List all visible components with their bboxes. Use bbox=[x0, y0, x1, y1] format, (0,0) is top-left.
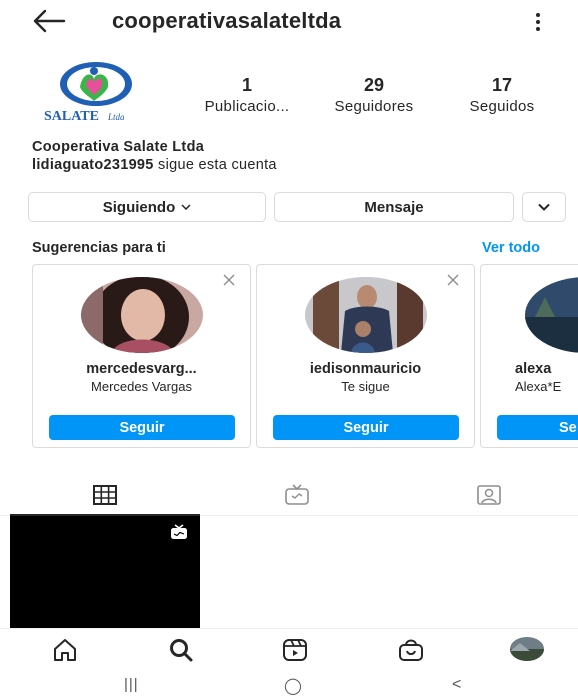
following-label: Seguidos bbox=[469, 98, 535, 115]
suggestion-subtitle: Alexa*E bbox=[515, 379, 562, 394]
avatar[interactable]: SALATE Ltda bbox=[34, 57, 162, 125]
close-icon[interactable] bbox=[446, 273, 460, 287]
suggestion-avatar[interactable] bbox=[305, 277, 427, 353]
chevron-down-icon bbox=[181, 204, 191, 210]
back-button[interactable]: < bbox=[452, 676, 461, 694]
following-count: 17 bbox=[491, 75, 513, 95]
follow-button[interactable]: Seguir bbox=[273, 415, 459, 440]
system-nav: ||| ◯ < bbox=[0, 668, 578, 699]
suggestion-subtitle: Te sigue bbox=[341, 379, 390, 394]
reels-icon[interactable] bbox=[282, 637, 308, 663]
following-button[interactable]: Siguiendo bbox=[28, 192, 266, 222]
posts-count: 1 bbox=[241, 75, 252, 95]
profile-avatar[interactable] bbox=[510, 637, 544, 661]
home-button[interactable]: ◯ bbox=[284, 676, 302, 696]
suggestion-username[interactable]: mercedesvarg... bbox=[33, 361, 250, 377]
igtv-icon[interactable] bbox=[284, 484, 310, 506]
kebab-menu-icon[interactable] bbox=[532, 10, 544, 34]
arrow-left-icon[interactable] bbox=[32, 8, 66, 34]
search-icon[interactable] bbox=[168, 637, 194, 663]
followers-label: Seguidores bbox=[334, 98, 414, 115]
top-bar: cooperativasalateltda bbox=[0, 0, 578, 44]
followed-by[interactable]: lidiaguato231995 sigue esta cuenta bbox=[32, 157, 277, 173]
suggestions-title: Sugerencias para ti bbox=[32, 240, 166, 256]
following-label: Siguiendo bbox=[102, 198, 176, 216]
igtv-icon bbox=[171, 524, 187, 539]
close-icon[interactable] bbox=[222, 273, 236, 287]
page-title: cooperativasalateltda bbox=[112, 8, 342, 33]
stat-posts[interactable]: 1 Publicacio... bbox=[188, 76, 306, 115]
suggestion-avatar[interactable] bbox=[81, 277, 203, 353]
profile-tabs bbox=[0, 476, 578, 516]
message-label: Mensaje bbox=[364, 198, 424, 216]
profile-name: Cooperativa Salate Ltda bbox=[32, 139, 205, 155]
suggestion-username[interactable]: alexa bbox=[515, 361, 578, 377]
followed-by-user[interactable]: lidiaguato231995 bbox=[32, 157, 154, 173]
recents-button[interactable]: ||| bbox=[124, 676, 139, 693]
posts-label: Publicacio... bbox=[204, 98, 290, 115]
follow-button[interactable]: Se bbox=[497, 415, 578, 440]
shop-icon[interactable] bbox=[398, 637, 424, 663]
follow-button[interactable]: Seguir bbox=[49, 415, 235, 440]
stat-followers[interactable]: 29 Seguidores bbox=[318, 76, 430, 115]
stat-following[interactable]: 17 Seguidos bbox=[456, 76, 548, 115]
post-thumbnail[interactable] bbox=[10, 516, 200, 628]
chevron-down-icon bbox=[538, 203, 550, 211]
suggestion-card[interactable]: alexa Alexa*E Se bbox=[480, 264, 578, 448]
followers-count: 29 bbox=[363, 75, 385, 95]
tagged-icon[interactable] bbox=[476, 484, 502, 506]
home-icon[interactable] bbox=[52, 637, 78, 663]
see-all-link[interactable]: Ver todo bbox=[482, 240, 540, 256]
bottom-nav bbox=[0, 628, 578, 668]
message-button[interactable]: Mensaje bbox=[274, 192, 514, 222]
suggestion-username[interactable]: iedisonmauricio bbox=[257, 361, 474, 377]
svg-text:Ltda: Ltda bbox=[107, 112, 125, 122]
suggestion-avatar[interactable] bbox=[525, 277, 578, 353]
followed-by-text: sigue esta cuenta bbox=[158, 157, 277, 173]
suggestion-subtitle: Mercedes Vargas bbox=[91, 379, 192, 394]
suggested-toggle-button[interactable] bbox=[522, 192, 566, 222]
salate-logo: SALATE Ltda bbox=[44, 62, 132, 124]
suggestion-card[interactable]: mercedesvarg... Mercedes Vargas Seguir bbox=[32, 264, 251, 448]
suggestion-card[interactable]: iedisonmauricio Te sigue Seguir bbox=[256, 264, 475, 448]
grid-icon[interactable] bbox=[92, 484, 118, 506]
svg-text:SALATE: SALATE bbox=[44, 109, 99, 124]
